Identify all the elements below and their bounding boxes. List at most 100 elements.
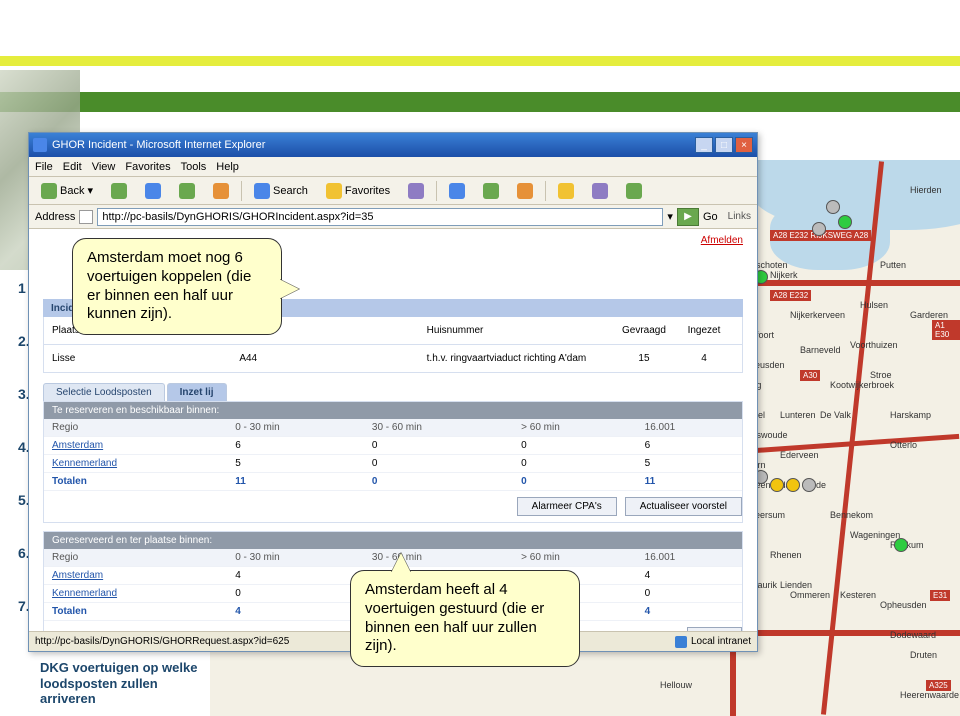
refresh-icon — [179, 183, 195, 199]
town-label: Hellouw — [660, 680, 692, 690]
section1-title: Te reserveren en beschikbaar binnen: — [44, 402, 742, 419]
tab-inzet[interactable]: Inzet lij — [167, 383, 227, 401]
actualiseer-button[interactable]: Actualiseer voorstel — [625, 497, 742, 516]
s1-total-c4: 11 — [637, 473, 742, 491]
stop-button[interactable] — [139, 180, 167, 202]
menu-edit[interactable]: Edit — [63, 161, 82, 173]
town-label: Nijkerkerveen — [790, 310, 845, 320]
col-huisnr-h: Huisnummer — [427, 325, 614, 336]
s2-r2-region[interactable]: Kennemerland — [44, 585, 227, 603]
s2-total-c1: 4 — [227, 603, 364, 621]
callout-tail-icon — [279, 279, 299, 299]
links-label[interactable]: Links — [728, 211, 751, 222]
s1-col-inc: 16.001 — [637, 419, 742, 437]
search-label: Search — [273, 185, 308, 197]
col-gevraagd-h: Gevraagd — [614, 325, 674, 336]
s2-col-regio: Regio — [44, 549, 227, 567]
stop-icon — [145, 183, 161, 199]
back-button[interactable]: Back ▾ — [35, 180, 99, 202]
search-button[interactable]: Search — [248, 180, 314, 202]
toolbar: Back ▾ Search Favorites — [29, 177, 757, 205]
logout-link[interactable]: Afmelden — [701, 235, 743, 246]
town-label: De Valk — [820, 410, 851, 420]
s1-r1-c1: 6 — [227, 437, 364, 455]
map-marker[interactable] — [786, 478, 800, 492]
terug-button[interactable]: Terug — [687, 627, 742, 631]
town-label: Harskamp — [890, 410, 931, 420]
intranet-label: Local intranet — [691, 636, 751, 647]
s1-total-label: Totalen — [44, 473, 227, 491]
map-marker[interactable] — [894, 538, 908, 552]
map-marker[interactable] — [770, 478, 784, 492]
refresh-button[interactable] — [173, 180, 201, 202]
favorites-button[interactable]: Favorites — [320, 180, 396, 202]
go-button[interactable]: ▶ — [677, 208, 699, 226]
intranet-icon — [675, 636, 687, 648]
town-label: Kesteren — [840, 590, 876, 600]
map-marker[interactable] — [838, 215, 852, 229]
s2-col-3060: 30 - 60 min — [364, 549, 513, 567]
decor-band-green — [0, 92, 960, 112]
history-icon — [408, 183, 424, 199]
map-marker[interactable] — [812, 222, 826, 236]
ext-icon — [626, 183, 642, 199]
home-button[interactable] — [207, 180, 235, 202]
maximize-button[interactable]: □ — [715, 137, 733, 153]
print-icon — [483, 183, 499, 199]
mail-icon — [449, 183, 465, 199]
ie-icon — [33, 138, 47, 152]
s2-r2-c4: 0 — [637, 585, 742, 603]
callout-top: Amsterdam moet nog 6 voertuigen koppelen… — [72, 238, 282, 335]
s1-r2-c4: 5 — [637, 455, 742, 473]
town-label: Ommeren — [790, 590, 830, 600]
star-icon — [326, 183, 342, 199]
menu-favorites[interactable]: Favorites — [125, 161, 170, 173]
ext2-button[interactable] — [586, 180, 614, 202]
decor-band-yellow — [0, 56, 960, 66]
menu-tools[interactable]: Tools — [181, 161, 207, 173]
s1-r1-region[interactable]: Amsterdam — [44, 437, 227, 455]
menu-file[interactable]: File — [35, 161, 53, 173]
s1-col-60: > 60 min — [513, 419, 637, 437]
s2-r1-region[interactable]: Amsterdam — [44, 567, 227, 585]
val-gevraagd: 15 — [614, 353, 674, 364]
ext1-button[interactable] — [552, 180, 580, 202]
search-icon — [254, 183, 270, 199]
s1-col-3060: 30 - 60 min — [364, 419, 513, 437]
address-input[interactable] — [97, 208, 663, 226]
callout-bottom: Amsterdam heeft al 4 voertuigen gestuurd… — [350, 570, 580, 667]
edit-button[interactable] — [511, 180, 539, 202]
forward-button[interactable] — [105, 180, 133, 202]
close-button[interactable]: × — [735, 137, 753, 153]
menu-view[interactable]: View — [92, 161, 116, 173]
print-button[interactable] — [477, 180, 505, 202]
road-badge: A28 E232 — [770, 290, 811, 301]
s1-r2-c3: 0 — [513, 455, 637, 473]
s1-r1-c4: 6 — [637, 437, 742, 455]
map-marker[interactable] — [802, 478, 816, 492]
zone-indicator: Local intranet — [675, 636, 751, 648]
mail-button[interactable] — [443, 180, 471, 202]
caption-text: DKG voertuigen op welkeloodsposten zulle… — [40, 660, 197, 707]
menubar: File Edit View Favorites Tools Help — [29, 157, 757, 177]
s1-r2-region[interactable]: Kennemerland — [44, 455, 227, 473]
addr-dropdown-icon[interactable]: ▾ — [667, 210, 673, 223]
town-label: Wageningen — [850, 530, 900, 540]
callout-bottom-text: Amsterdam heeft al 4 voertuigen gestuurd… — [365, 581, 544, 654]
titlebar[interactable]: GHOR Incident - Microsoft Internet Explo… — [29, 133, 757, 157]
town-label: Dodewaard — [890, 630, 936, 640]
menu-help[interactable]: Help — [216, 161, 239, 173]
town-label: Stroe — [870, 370, 892, 380]
window-title: GHOR Incident - Microsoft Internet Explo… — [52, 139, 265, 151]
alarmeer-button[interactable]: Alarmeer CPA's — [517, 497, 617, 516]
history-button[interactable] — [402, 180, 430, 202]
map-marker[interactable] — [826, 200, 840, 214]
road-badge: A30 — [800, 370, 820, 381]
s1-r1-c3: 0 — [513, 437, 637, 455]
tab-selectie[interactable]: Selectie Loodsposten — [43, 383, 165, 401]
s2-total-label: Totalen — [44, 603, 227, 621]
road-badge: E31 — [930, 590, 950, 601]
ext3-button[interactable] — [620, 180, 648, 202]
s1-total-c1: 11 — [227, 473, 364, 491]
minimize-button[interactable]: _ — [695, 137, 713, 153]
